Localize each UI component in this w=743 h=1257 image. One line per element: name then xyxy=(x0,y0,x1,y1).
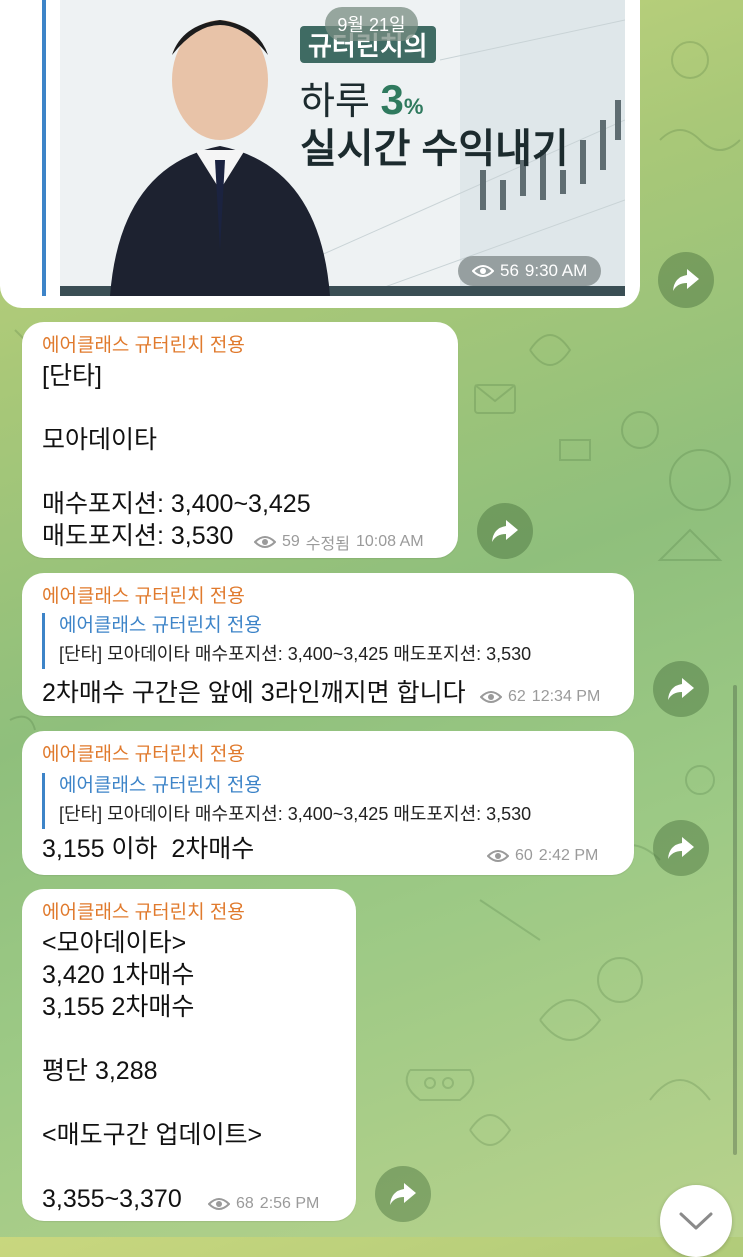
photo-message-bubble[interactable]: 규터린치의 하루 3% 실시간 수익내기 9월 21일 56 9:30 AM xyxy=(0,0,640,308)
view-count: 59 xyxy=(282,533,300,550)
message-bubble[interactable]: 에어클래스 규터린치 전용 <모아데이타> 3,420 1차매수 3,155 2… xyxy=(22,889,356,1221)
edited-label: 수정됨 xyxy=(305,536,350,553)
message-text: [단타] 모아데이타 매수포지션: 3,400~3,425 매도포지션: 3,5… xyxy=(42,362,311,550)
reply-text: [단타] 모아데이타 매수포지션: 3,400~3,425 매도포지션: 3,5… xyxy=(59,804,532,824)
message-time: 10:08 AM xyxy=(355,533,424,550)
banner-line-2: 실시간 수익내기 xyxy=(300,127,569,171)
share-button[interactable] xyxy=(658,252,714,308)
photo-reply-accent-bar xyxy=(42,0,46,296)
share-button[interactable] xyxy=(653,820,709,876)
message-text: 2차매수 구간은 앞에 3라인깨지면 합니다 xyxy=(42,679,466,707)
message-text: <모아데이타> 3,420 1차매수 3,155 2차매수 평단 3,288 <… xyxy=(42,929,263,1213)
reply-sender-name: 에어클래스 규터린치 전용 xyxy=(59,615,262,636)
message-time: 2:56 PM xyxy=(259,1195,320,1212)
eye-icon xyxy=(254,536,276,548)
share-button[interactable] xyxy=(477,503,533,559)
eye-icon xyxy=(208,1198,230,1210)
view-count: 68 xyxy=(236,1195,254,1212)
share-arrow-icon xyxy=(668,678,694,700)
message-meta: 68 2:56 PM xyxy=(208,1195,319,1213)
sender-name: 에어클래스 규터린치 전용 xyxy=(42,902,245,923)
share-arrow-icon xyxy=(390,1183,416,1205)
sender-name: 에어클래스 규터린치 전용 xyxy=(42,586,245,607)
message-bubble[interactable]: 에어클래스 규터린치 전용 에어클래스 규터린치 전용 [단타] 모아데이타 매… xyxy=(22,573,634,716)
message-meta: 60 2:42 PM xyxy=(487,847,598,865)
share-button[interactable] xyxy=(653,661,709,717)
message-time: 12:34 PM xyxy=(531,688,601,705)
photo-time: 9:30 AM xyxy=(524,261,588,280)
share-button[interactable] xyxy=(375,1166,431,1222)
reply-quote[interactable]: 에어클래스 규터린치 전용 [단타] 모아데이타 매수포지션: 3,400~3,… xyxy=(42,613,531,669)
reply-sender-name: 에어클래스 규터린치 전용 xyxy=(59,775,262,796)
message-text: 3,155 이하 2차매수 xyxy=(42,835,255,863)
message-bubble[interactable]: 에어클래스 규터린치 전용 에어클래스 규터린치 전용 [단타] 모아데이타 매… xyxy=(22,731,634,875)
eye-icon xyxy=(472,265,494,277)
message-meta: 59 수정됨 10:08 AM xyxy=(254,530,424,554)
chevron-down-icon xyxy=(679,1212,713,1230)
share-arrow-icon xyxy=(673,269,699,291)
sender-name: 에어클래스 규터린치 전용 xyxy=(42,335,245,356)
photo-meta: 56 9:30 AM xyxy=(458,256,602,286)
scrollbar[interactable] xyxy=(733,685,737,1155)
view-count: 62 xyxy=(508,688,526,705)
scroll-down-button[interactable] xyxy=(660,1185,732,1257)
view-count: 60 xyxy=(515,847,533,864)
reply-text: [단타] 모아데이타 매수포지션: 3,400~3,425 매도포지션: 3,5… xyxy=(59,644,532,664)
reply-quote[interactable]: 에어클래스 규터린치 전용 [단타] 모아데이타 매수포지션: 3,400~3,… xyxy=(42,773,531,829)
eye-icon xyxy=(487,850,509,862)
promo-banner-image[interactable]: 규터린치의 하루 3% 실시간 수익내기 xyxy=(60,0,625,296)
share-arrow-icon xyxy=(492,520,518,542)
message-bubble[interactable]: 에어클래스 규터린치 전용 [단타] 모아데이타 매수포지션: 3,400~3,… xyxy=(22,322,458,558)
photo-view-count: 56 xyxy=(500,261,519,280)
sender-name: 에어클래스 규터린치 전용 xyxy=(42,744,245,765)
date-header-pill: 9월 21일 xyxy=(325,7,418,41)
message-time: 2:42 PM xyxy=(538,847,599,864)
message-meta: 62 12:34 PM xyxy=(480,688,600,706)
eye-icon xyxy=(480,691,502,703)
share-arrow-icon xyxy=(668,837,694,859)
